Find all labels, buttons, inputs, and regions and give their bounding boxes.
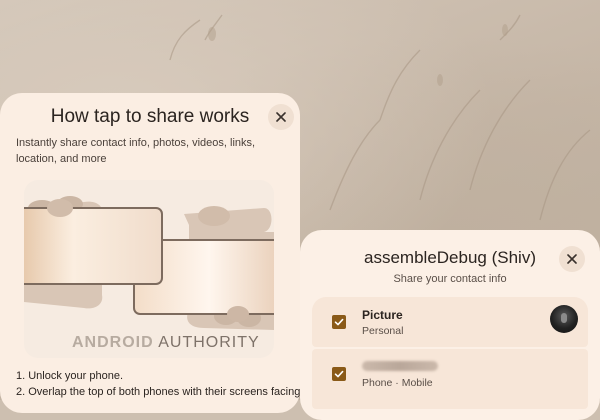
step-2: 2. Overlap the top of both phones with t… xyxy=(16,385,300,398)
option-phone[interactable]: Phone · Mobile xyxy=(312,349,588,409)
blurred-phone-number xyxy=(362,361,438,371)
option-picture[interactable]: Picture Personal xyxy=(312,297,588,347)
sheet-description: Instantly share contact info, photos, vi… xyxy=(16,137,256,165)
tap-to-share-illustration: ANDROID AUTHORITY xyxy=(24,180,274,358)
watermark-brand-a: ANDROID xyxy=(72,334,154,351)
close-button[interactable] xyxy=(268,104,294,130)
option-title: Picture xyxy=(362,308,403,322)
watermark: ANDROID AUTHORITY xyxy=(72,334,260,352)
close-icon xyxy=(567,254,577,264)
sheet-subtitle: Share your contact info xyxy=(393,273,507,285)
sheet-title: How tap to share works xyxy=(50,106,250,127)
sheet-title: assembleDebug (Shiv) xyxy=(364,248,536,267)
close-icon xyxy=(276,112,286,122)
close-button[interactable] xyxy=(559,246,585,272)
option-subtitle: Phone · Mobile xyxy=(362,377,433,389)
instruction-steps: 1. Unlock your phone. 2. Overlap the top… xyxy=(16,369,300,400)
check-icon xyxy=(334,318,344,326)
step-1: 1. Unlock your phone. xyxy=(16,370,124,382)
phone-checkbox[interactable] xyxy=(332,367,346,381)
option-subtitle: Personal xyxy=(362,325,404,337)
check-icon xyxy=(334,370,344,378)
picture-checkbox[interactable] xyxy=(332,315,346,329)
watermark-brand-b: AUTHORITY xyxy=(158,334,260,351)
avatar xyxy=(550,305,578,333)
share-contact-sheet: assembleDebug (Shiv) Share your contact … xyxy=(300,230,600,420)
how-tap-to-share-sheet: How tap to share works Instantly share c… xyxy=(0,93,300,413)
